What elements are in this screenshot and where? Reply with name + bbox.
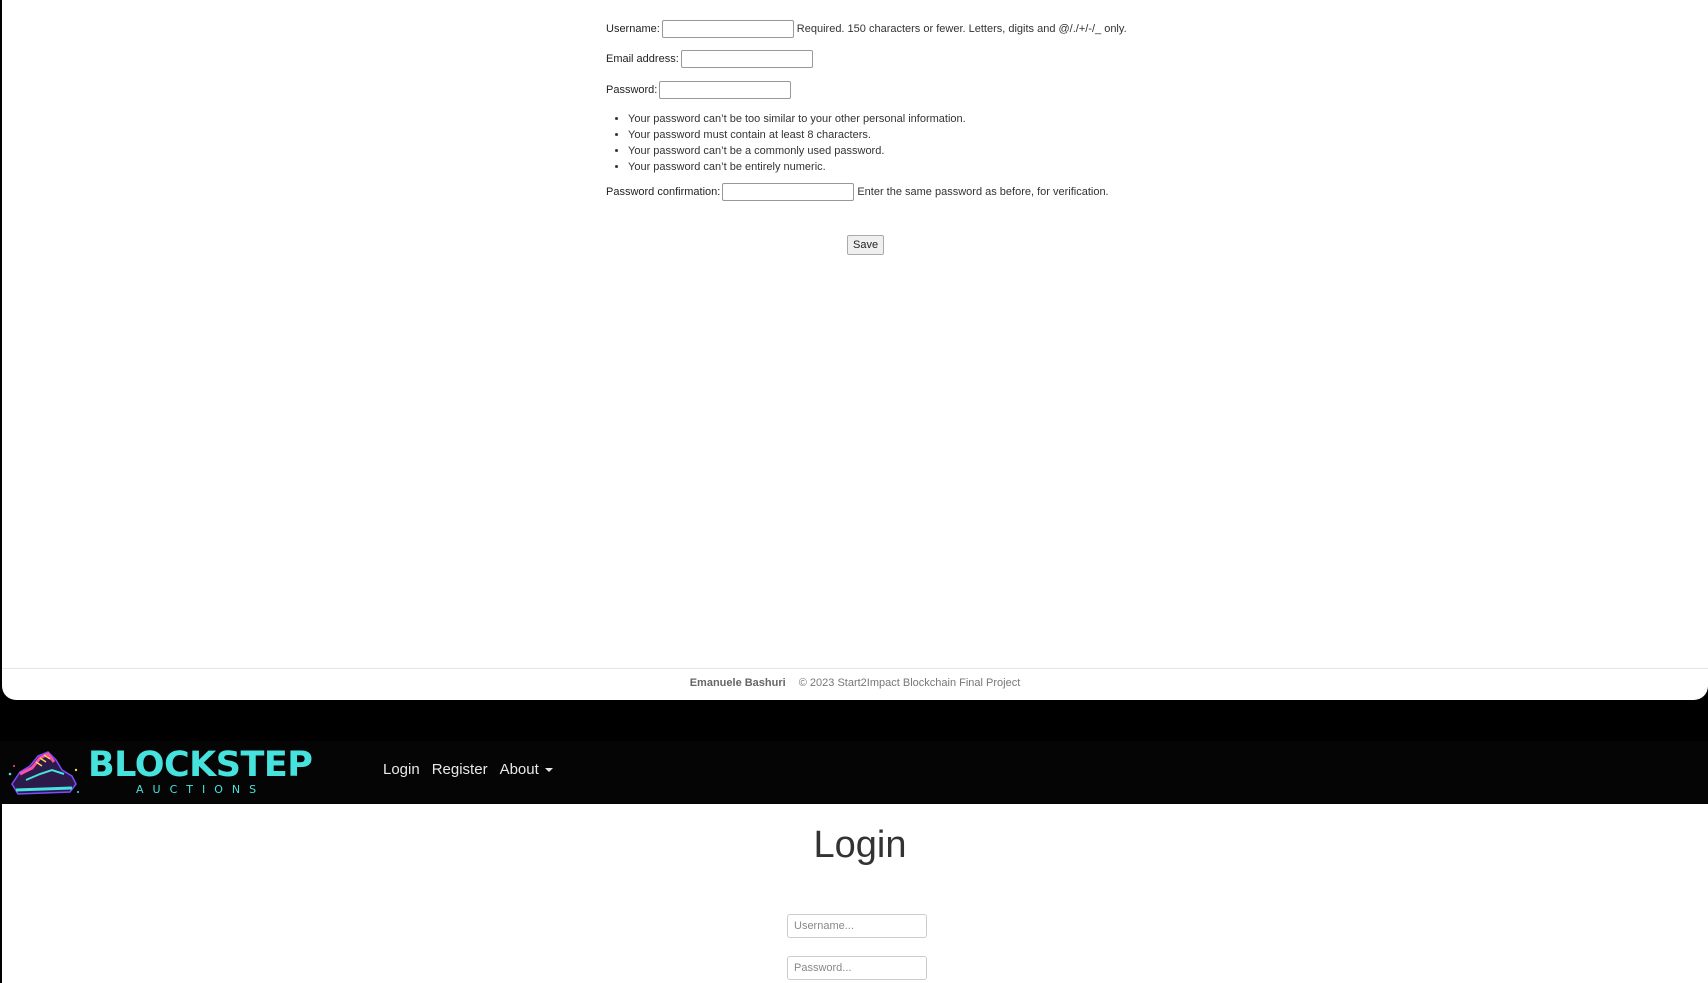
save-button[interactable]: Save [847,235,885,255]
password-rule: Your password can’t be too similar to yo… [628,111,1166,127]
sneaker-logo-icon [8,751,79,795]
save-button-wrap: Save [847,235,885,255]
brand-logo[interactable]: BLOCKSTEP AUCTIONS [6,744,313,800]
caret-down-icon [544,768,553,773]
password-confirm-input[interactable] [722,183,855,201]
login-title: Login [813,824,907,866]
email-label: Email address: [606,53,679,65]
navbar: BLOCKSTEP AUCTIONS Login Register About [0,741,1708,804]
nav-register-link[interactable]: Register [432,761,488,778]
password-input[interactable] [659,81,792,99]
username-label: Username: [606,23,660,35]
footer-author: Emanuele Bashuri [689,677,786,689]
browser-frame: Username: Required. 150 characters or fe… [0,0,1708,983]
password-rules-list: Your password can’t be too similar to yo… [606,111,1166,175]
password-rule: Your password must contain at least 8 ch… [628,127,1166,143]
brand-subtitle: AUCTIONS [136,783,266,796]
username-help-text: Required. 150 characters or fewer. Lette… [796,23,1127,35]
nav-login-link[interactable]: Login [383,761,420,778]
nav-links: Login Register About [383,761,565,778]
username-row: Username: Required. 150 characters or fe… [606,18,1166,40]
footer-copyright: © 2023 Start2Impact Blockchain Final Pro… [798,677,1021,689]
brand-text: BLOCKSTEP AUCTIONS [88,745,313,796]
login-username-input[interactable] [787,914,927,938]
password-confirm-row: Password confirmation: Enter the same pa… [606,181,1166,203]
footer-divider [2,668,1708,669]
register-page: Username: Required. 150 characters or fe… [2,0,1708,700]
register-form: Username: Required. 150 characters or fe… [606,18,1166,203]
email-row: Email address: [606,48,1166,70]
login-page: Login [2,804,1708,983]
username-input[interactable] [661,20,794,38]
password-row: Password: [606,79,1166,101]
password-rule: Your password can’t be entirely numeric. [628,159,1166,175]
nav-about-label: About [499,761,539,778]
login-password-input[interactable] [787,956,927,980]
brand-name: BLOCKSTEP [88,745,313,785]
password-rule: Your password can’t be a commonly used p… [628,143,1166,159]
email-input[interactable] [680,50,813,68]
footer: Emanuele Bashuri © 2023 Start2Impact Blo… [2,677,1708,689]
password-confirm-label: Password confirmation: [606,186,721,198]
password-label: Password: [606,84,658,96]
password-confirm-help-text: Enter the same password as before, for v… [857,186,1109,198]
nav-about-dropdown[interactable]: About [500,761,553,778]
